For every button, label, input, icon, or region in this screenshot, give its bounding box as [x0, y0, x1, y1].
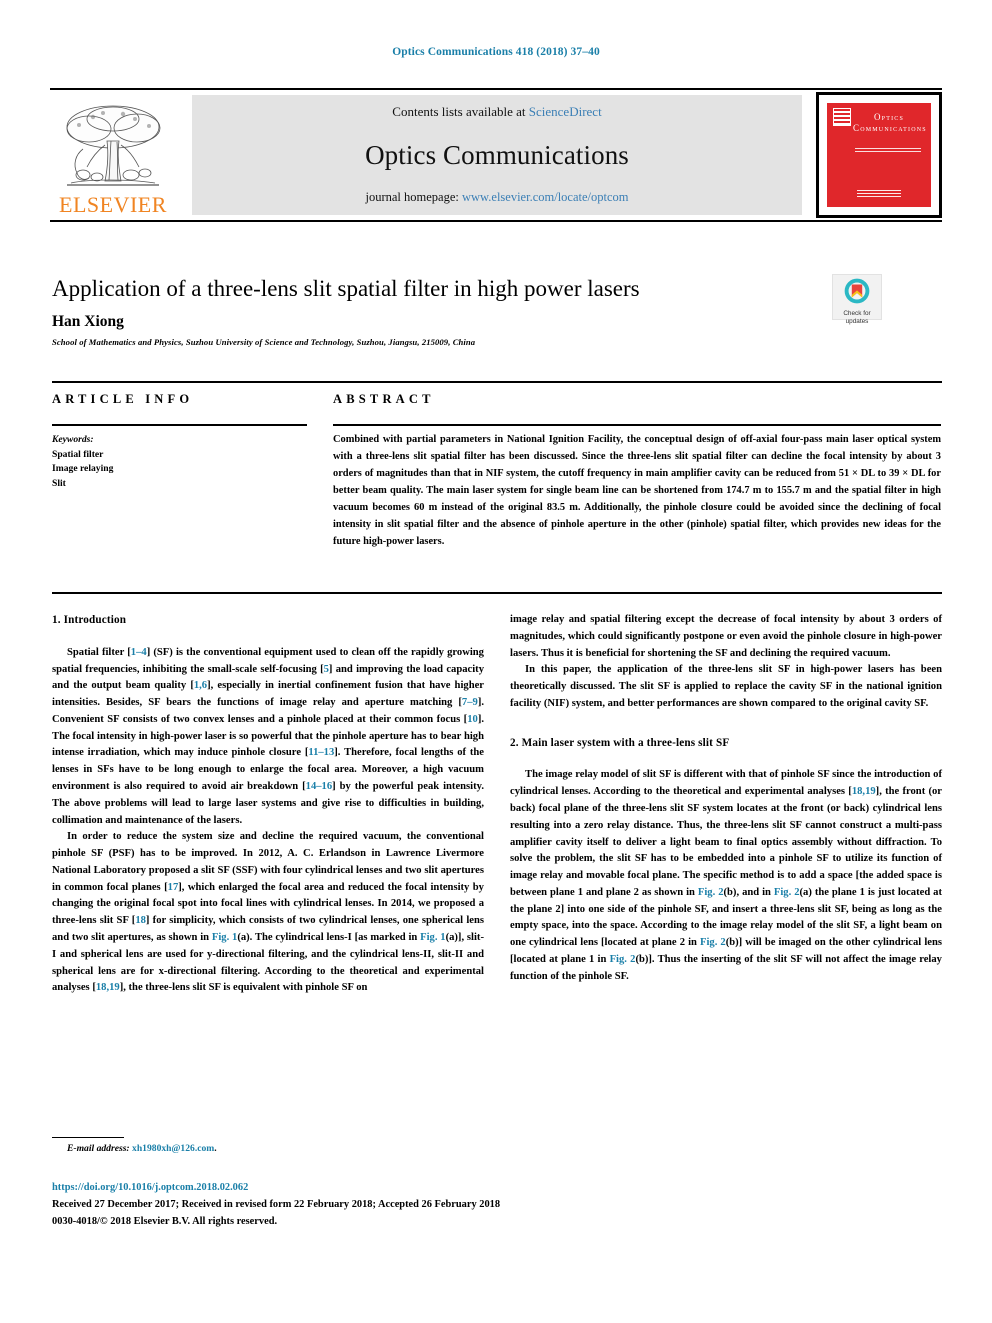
crossmark-label: Check for updates: [843, 310, 870, 325]
crossmark-label-line2: updates: [845, 317, 869, 325]
email-suffix: .: [214, 1143, 217, 1154]
keyword-item: Spatial filter: [52, 448, 104, 460]
homepage-prefix: journal homepage:: [365, 190, 462, 204]
left-column-paragraphs: Spatial filter [1–4] (SF) is the convent…: [52, 645, 484, 997]
body-column-right: image relay and spatial filtering except…: [510, 612, 942, 986]
page-title: Application of a three-lens slit spatial…: [52, 276, 640, 301]
sciencedirect-link[interactable]: ScienceDirect: [529, 104, 602, 119]
article-page: Optics Communications 418 (2018) 37–40 E…: [0, 0, 992, 1323]
elsevier-logo: ELSEVIER: [52, 94, 174, 216]
citation-link[interactable]: Fig. 2: [698, 887, 724, 898]
citation-link[interactable]: 1–4: [131, 647, 147, 658]
citation-link[interactable]: Fig. 2: [774, 887, 800, 898]
contents-available-line: Contents lists available at ScienceDirec…: [392, 104, 601, 120]
masthead-bottom-rule: [50, 220, 942, 222]
section-heading-main-laser-system: 2. Main laser system with a three-lens s…: [510, 736, 730, 749]
citation-link[interactable]: 14–16: [306, 781, 332, 792]
info-section-top-rule: [52, 381, 942, 383]
journal-cover-inner: Optics Communications: [825, 101, 933, 209]
contents-prefix: Contents lists available at: [392, 104, 529, 119]
cover-title-line2: Communications: [853, 123, 927, 134]
cover-subtitle-lines: [855, 146, 921, 152]
elsevier-tree-icon: [59, 101, 167, 193]
masthead-center-panel: Contents lists available at ScienceDirec…: [192, 95, 802, 215]
right-column-paragraphs-part1: image relay and spatial filtering except…: [510, 612, 942, 713]
info-heading-rule: [52, 424, 307, 426]
citation-link[interactable]: 5: [324, 664, 329, 675]
citation-link[interactable]: 18: [135, 915, 146, 926]
copyright-line: 0030-4018/© 2018 Elsevier B.V. All right…: [52, 1216, 278, 1227]
article-info-heading: ARTICLE INFO: [52, 392, 194, 406]
citation-link[interactable]: 1,6: [194, 680, 207, 691]
journal-masthead: ELSEVIER Contents lists available at Sci…: [50, 88, 942, 222]
body-column-left: 1. Introduction Spatial filter [1–4] (SF…: [52, 612, 484, 997]
footnote-rule: [52, 1137, 124, 1138]
keyword-item: Slit: [52, 477, 66, 489]
body-paragraph: In order to reduce the system size and d…: [52, 831, 484, 994]
journal-homepage-link[interactable]: www.elsevier.com/locate/optcom: [462, 190, 629, 204]
keyword-item: Image relaying: [52, 463, 114, 475]
citation-link[interactable]: Fig. 2: [610, 954, 636, 965]
journal-cover-thumbnail: Optics Communications: [816, 92, 942, 218]
keywords-block: Keywords: Spatial filter Image relaying …: [52, 433, 307, 491]
elsevier-wordmark: ELSEVIER: [59, 192, 167, 217]
citation-link[interactable]: Fig. 1: [212, 932, 237, 943]
citation-link[interactable]: 18,19: [96, 982, 120, 993]
crossmark-badge[interactable]: Check for updates: [832, 274, 882, 325]
journal-homepage-line: journal homepage: www.elsevier.com/locat…: [366, 190, 629, 205]
cover-footer-lines: [857, 189, 901, 197]
doi-link[interactable]: https://doi.org/10.1016/j.optcom.2018.02…: [52, 1182, 248, 1193]
citation-link[interactable]: Fig. 2: [700, 937, 726, 948]
author-name: Han Xiong: [52, 313, 124, 330]
cover-title-text: Optics Communications: [853, 112, 927, 135]
abstract-text: Combined with partial parameters in Nati…: [333, 434, 941, 547]
abstract-heading-rule: [333, 424, 941, 426]
crossmark-label-line1: Check for: [843, 310, 871, 317]
right-column-paragraphs-part2: The image relay model of slit SF is diff…: [510, 767, 942, 985]
section-heading-introduction: 1. Introduction: [52, 614, 127, 626]
citation-link[interactable]: 11–13: [308, 747, 334, 758]
citation-link[interactable]: 17: [168, 882, 179, 893]
abstract-heading: ABSTRACT: [333, 392, 435, 406]
citation-link[interactable]: 7–9: [462, 697, 478, 708]
info-section-bottom-rule: [52, 592, 942, 594]
citation-link[interactable]: 18,19: [852, 786, 876, 797]
email-link[interactable]: xh1980xh@126.com: [132, 1143, 214, 1154]
body-paragraph: The image relay model of slit SF is diff…: [510, 769, 943, 982]
body-paragraph: image relay and spatial filtering except…: [510, 614, 942, 659]
body-paragraph: Spatial filter [1–4] (SF) is the convent…: [52, 646, 485, 826]
crossmark-icon: [844, 278, 870, 309]
received-dates: Received 27 December 2017; Received in r…: [52, 1199, 501, 1210]
email-footnote: E-mail address: xh1980xh@126.com.: [67, 1143, 217, 1154]
email-label: E-mail address:: [67, 1143, 130, 1154]
author-affiliation: School of Mathematics and Physics, Suzho…: [52, 337, 476, 347]
journal-issue-line: Optics Communications 418 (2018) 37–40: [392, 46, 600, 58]
citation-link[interactable]: 10: [467, 714, 478, 725]
keywords-label: Keywords:: [52, 434, 94, 445]
cover-publisher-mark-icon: [833, 108, 851, 126]
body-paragraph: In this paper, the application of the th…: [510, 664, 942, 709]
masthead-top-rule: [50, 88, 942, 90]
citation-link[interactable]: Fig. 1: [420, 932, 445, 943]
journal-title: Optics Communications: [365, 139, 629, 170]
cover-title-line1: Optics: [873, 112, 905, 122]
